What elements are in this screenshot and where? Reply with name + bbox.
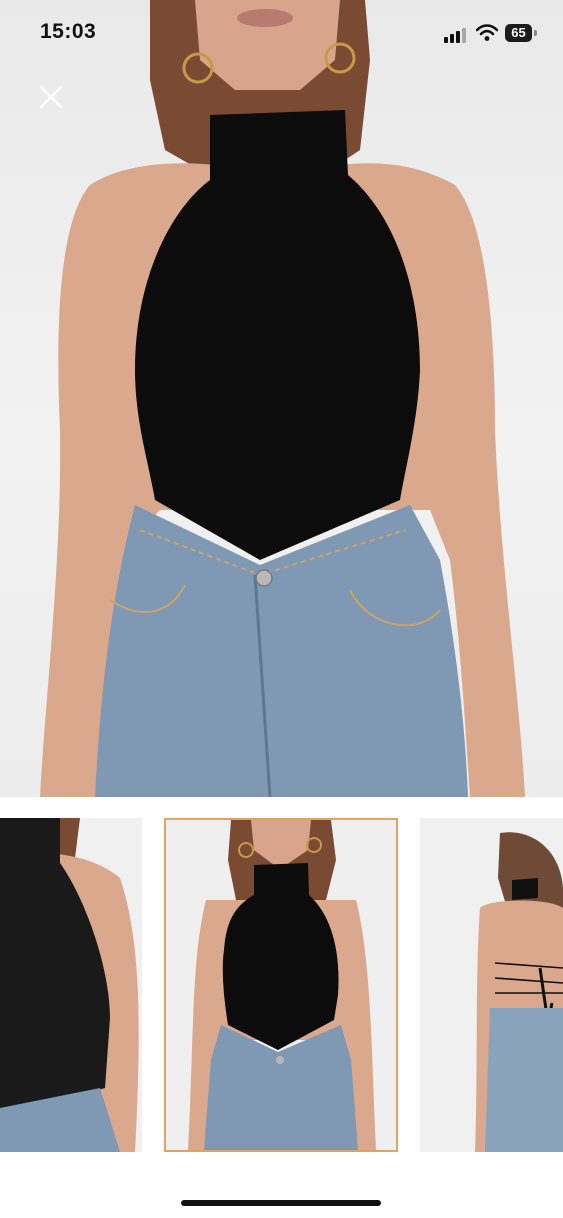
thumbnail-strip	[0, 818, 563, 1152]
wifi-icon	[476, 24, 498, 41]
thumbnail-front-selected[interactable]	[164, 818, 398, 1152]
status-bar: 15:03 65	[0, 0, 563, 68]
main-product-image[interactable]	[0, 0, 563, 797]
close-icon[interactable]	[34, 80, 68, 114]
status-time: 15:03	[40, 20, 97, 43]
cellular-signal-icon	[444, 27, 470, 43]
thumbnail-side[interactable]	[0, 818, 142, 1152]
battery-icon: 65	[505, 24, 532, 42]
home-indicator[interactable]	[181, 1200, 381, 1206]
product-photo	[40, 0, 525, 797]
jeans-button	[255, 569, 273, 587]
battery-tip	[534, 30, 537, 36]
thumbnail-back[interactable]	[420, 818, 563, 1152]
